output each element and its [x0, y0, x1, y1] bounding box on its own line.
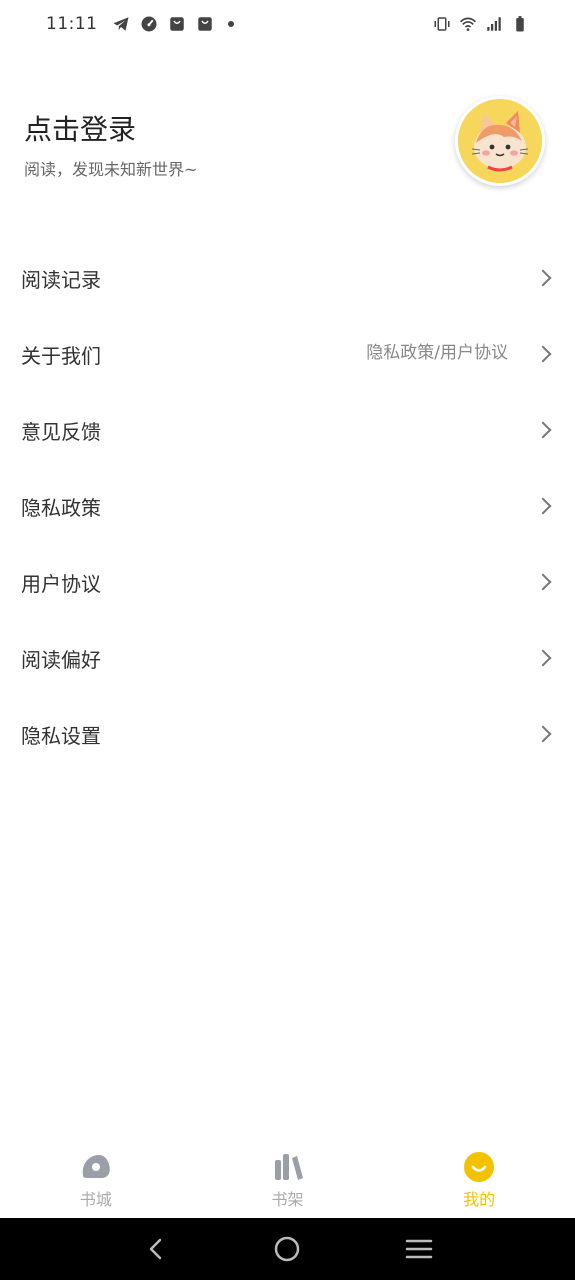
tab-bookstore[interactable]: 书城 — [0, 1140, 192, 1218]
status-right — [433, 15, 529, 33]
chevron-right-icon — [534, 573, 552, 591]
home-icon — [275, 1236, 300, 1262]
profile-smile-icon — [464, 1152, 495, 1182]
battery-icon — [516, 16, 524, 32]
home-button[interactable] — [272, 1234, 302, 1264]
chevron-right-icon — [534, 421, 552, 439]
shopping-bag-icon — [169, 17, 184, 31]
chevron-right-icon — [534, 649, 552, 667]
recents-button[interactable] — [404, 1234, 434, 1264]
menu-item-label: 意见反馈 — [21, 419, 101, 444]
tab-label: 我的 — [463, 1190, 496, 1209]
shopping-bag-icon — [197, 17, 212, 31]
bottom-tab-bar: 书城 书架 我的 — [0, 1140, 575, 1218]
tab-label: 书架 — [271, 1190, 304, 1209]
back-button[interactable] — [141, 1234, 171, 1264]
vibrate-icon — [434, 17, 450, 31]
menu-item-label: 隐私设置 — [21, 723, 101, 748]
menu-item-label: 阅读偏好 — [21, 647, 101, 672]
menu-item-label: 隐私政策 — [21, 495, 101, 520]
menu-item-reading-preferences[interactable]: 阅读偏好 — [0, 620, 575, 696]
avatar[interactable] — [455, 96, 545, 186]
bookshelf-icon — [274, 1154, 303, 1180]
profile-header[interactable]: 点击登录 阅读，发现未知新世界~ — [0, 90, 575, 200]
menu-item-label: 关于我们 — [21, 343, 101, 368]
menu-item-reading-history[interactable]: 阅读记录 — [0, 240, 575, 316]
bookstore-icon — [82, 1155, 110, 1178]
status-time: 11:11 — [46, 14, 98, 34]
telegram-icon — [113, 17, 128, 31]
chevron-right-icon — [534, 725, 552, 743]
tab-profile[interactable]: 我的 — [383, 1140, 575, 1218]
menu-item-extra: 隐私政策/用户协议 — [366, 343, 508, 363]
cat-avatar-icon — [458, 99, 542, 183]
menu-item-label: 阅读记录 — [21, 267, 101, 292]
menu-item-privacy-policy[interactable]: 隐私政策 — [0, 468, 575, 544]
login-title[interactable]: 点击登录 — [24, 108, 136, 148]
chevron-right-icon — [534, 269, 552, 287]
signal-icon — [487, 17, 501, 31]
menu-item-feedback[interactable]: 意见反馈 — [0, 392, 575, 468]
tab-bookshelf[interactable]: 书架 — [192, 1140, 384, 1218]
chevron-right-icon — [534, 497, 552, 515]
chevron-right-icon — [534, 345, 552, 363]
status-bar: 11:11 — [0, 0, 575, 48]
back-icon — [149, 1238, 162, 1260]
menu-icon — [405, 1239, 433, 1259]
menu-item-about-us[interactable]: 关于我们 隐私政策/用户协议 — [0, 316, 575, 392]
status-left: 11:11 — [46, 14, 234, 34]
wifi-icon — [459, 17, 477, 31]
system-nav-bar — [0, 1218, 575, 1280]
tab-label: 书城 — [79, 1190, 112, 1209]
login-subtitle: 阅读，发现未知新世界~ — [24, 160, 198, 179]
menu-list: 阅读记录 关于我们 隐私政策/用户协议 意见反馈 隐私政策 用户协议 阅读偏好 … — [0, 240, 575, 772]
menu-item-privacy-settings[interactable]: 隐私设置 — [0, 696, 575, 772]
dot-icon — [227, 21, 234, 27]
menu-item-user-agreement[interactable]: 用户协议 — [0, 544, 575, 620]
menu-item-label: 用户协议 — [21, 571, 101, 596]
speedometer-icon — [141, 16, 156, 32]
screen: 11:11 点击登录 阅读，发现未知新世界~ 阅读记录 关于我们 隐私政策/用户… — [0, 0, 575, 1280]
